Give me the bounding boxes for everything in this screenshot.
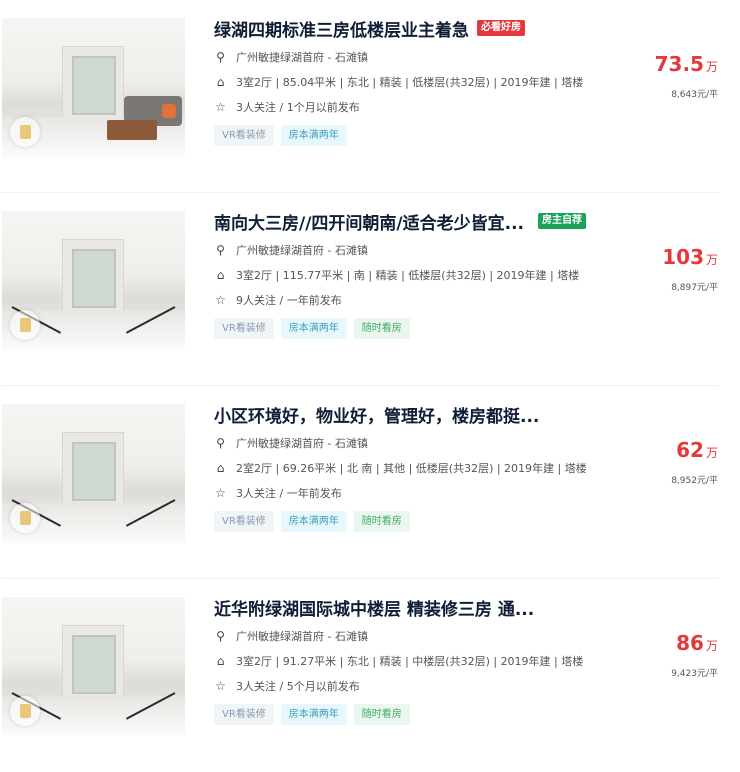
chip-anytime-viewing: 随时看房 — [353, 704, 410, 725]
location-pin-icon: ⚲ — [216, 629, 225, 643]
listing-specs: 3室2厅 | 91.27平米 | 东北 | 精装 | 中楼层(共32层) | 2… — [236, 655, 584, 668]
listing-list: 绿湖四期标准三房低楼层业主着急 必看好房 ⚲ 广州敏捷绿湖首府 - 石滩镇 ⌂ … — [0, 0, 740, 772]
total-price: 103 — [662, 245, 704, 269]
owner-tag-badge: 房主自荐 — [538, 213, 587, 229]
total-price: 86 — [676, 631, 704, 655]
listing-specs: 3室2厅 | 85.04平米 | 东北 | 精装 | 低楼层(共32层) | 2… — [236, 76, 584, 89]
vr-icon[interactable] — [10, 696, 40, 726]
listing-follow-info: 3人关注 / 5个月以前发布 — [236, 680, 360, 693]
listing-follow-info: 3人关注 / 一年前发布 — [236, 487, 342, 500]
listing-item[interactable]: 绿湖四期标准三房低楼层业主着急 必看好房 ⚲ 广州敏捷绿湖首府 - 石滩镇 ⌂ … — [2, 0, 718, 193]
price-unit: 万 — [705, 60, 718, 74]
unit-price: 8,897元/平 — [671, 283, 718, 293]
chip-two-years: 房本满两年 — [280, 318, 347, 339]
chip-two-years: 房本满两年 — [280, 704, 347, 725]
hot-tag-badge: 必看好房 — [477, 20, 525, 36]
house-icon: ⌂ — [216, 75, 225, 89]
chip-vr: VR看装修 — [214, 704, 274, 725]
star-icon: ☆ — [215, 486, 226, 500]
chip-vr: VR看装修 — [214, 511, 274, 532]
listing-location[interactable]: 广州敏捷绿湖首府 - 石滩镇 — [236, 628, 368, 644]
location-pin-icon: ⚲ — [216, 436, 225, 450]
listing-specs: 2室2厅 | 69.26平米 | 北 南 | 其他 | 低楼层(共32层) | … — [236, 462, 587, 475]
listing-photo[interactable] — [2, 211, 185, 350]
listing-title[interactable]: 小区环境好，物业好，管理好，楼房都挺... — [214, 402, 539, 427]
house-icon: ⌂ — [216, 268, 225, 282]
price-unit: 万 — [705, 639, 718, 653]
house-icon: ⌂ — [216, 654, 225, 668]
total-price: 62 — [676, 438, 704, 462]
chip-two-years: 房本满两年 — [280, 511, 347, 532]
listing-follow-info: 3人关注 / 1个月以前发布 — [236, 101, 360, 114]
chip-vr: VR看装修 — [214, 125, 274, 146]
listing-title[interactable]: 南向大三房//四开间朝南/适合老少皆宜... — [214, 209, 524, 234]
listing-photo[interactable] — [2, 597, 185, 736]
listing-location[interactable]: 广州敏捷绿湖首府 - 石滩镇 — [236, 242, 368, 258]
unit-price: 8,952元/平 — [671, 476, 718, 486]
listing-title[interactable]: 绿湖四期标准三房低楼层业主着急 — [214, 16, 469, 41]
location-pin-icon: ⚲ — [216, 50, 225, 64]
listing-follow-info: 9人关注 / 一年前发布 — [236, 294, 342, 307]
vr-icon[interactable] — [10, 503, 40, 533]
listing-item[interactable]: 南向大三房//四开间朝南/适合老少皆宜... 房主自荐 ⚲ 广州敏捷绿湖首府 -… — [2, 193, 718, 386]
star-icon: ☆ — [215, 293, 226, 307]
listing-title[interactable]: 近华附绿湖国际城中楼层 精装修三房 通... — [214, 595, 534, 620]
price-unit: 万 — [705, 446, 718, 460]
location-pin-icon: ⚲ — [216, 243, 225, 257]
price-unit: 万 — [705, 253, 718, 267]
chip-anytime-viewing: 随时看房 — [353, 511, 410, 532]
vr-icon[interactable] — [10, 117, 40, 147]
listing-location[interactable]: 广州敏捷绿湖首府 - 石滩镇 — [236, 435, 368, 451]
star-icon: ☆ — [215, 100, 226, 114]
listing-location[interactable]: 广州敏捷绿湖首府 - 石滩镇 — [236, 49, 368, 65]
listing-item[interactable]: 小区环境好，物业好，管理好，楼房都挺... ⚲ 广州敏捷绿湖首府 - 石滩镇 ⌂… — [2, 386, 718, 579]
chip-two-years: 房本满两年 — [280, 125, 347, 146]
star-icon: ☆ — [215, 679, 226, 693]
listing-photo[interactable] — [2, 404, 185, 543]
listing-item[interactable]: 近华附绿湖国际城中楼层 精装修三房 通... ⚲ 广州敏捷绿湖首府 - 石滩镇 … — [2, 579, 718, 772]
listing-specs: 3室2厅 | 115.77平米 | 南 | 精装 | 低楼层(共32层) | 2… — [236, 269, 580, 282]
house-icon: ⌂ — [216, 461, 225, 475]
chip-anytime-viewing: 随时看房 — [353, 318, 410, 339]
vr-icon[interactable] — [10, 310, 40, 340]
total-price: 73.5 — [654, 52, 704, 76]
unit-price: 8,643元/平 — [671, 90, 718, 100]
unit-price: 9,423元/平 — [671, 669, 718, 679]
listing-photo[interactable] — [2, 18, 185, 157]
chip-vr: VR看装修 — [214, 318, 274, 339]
